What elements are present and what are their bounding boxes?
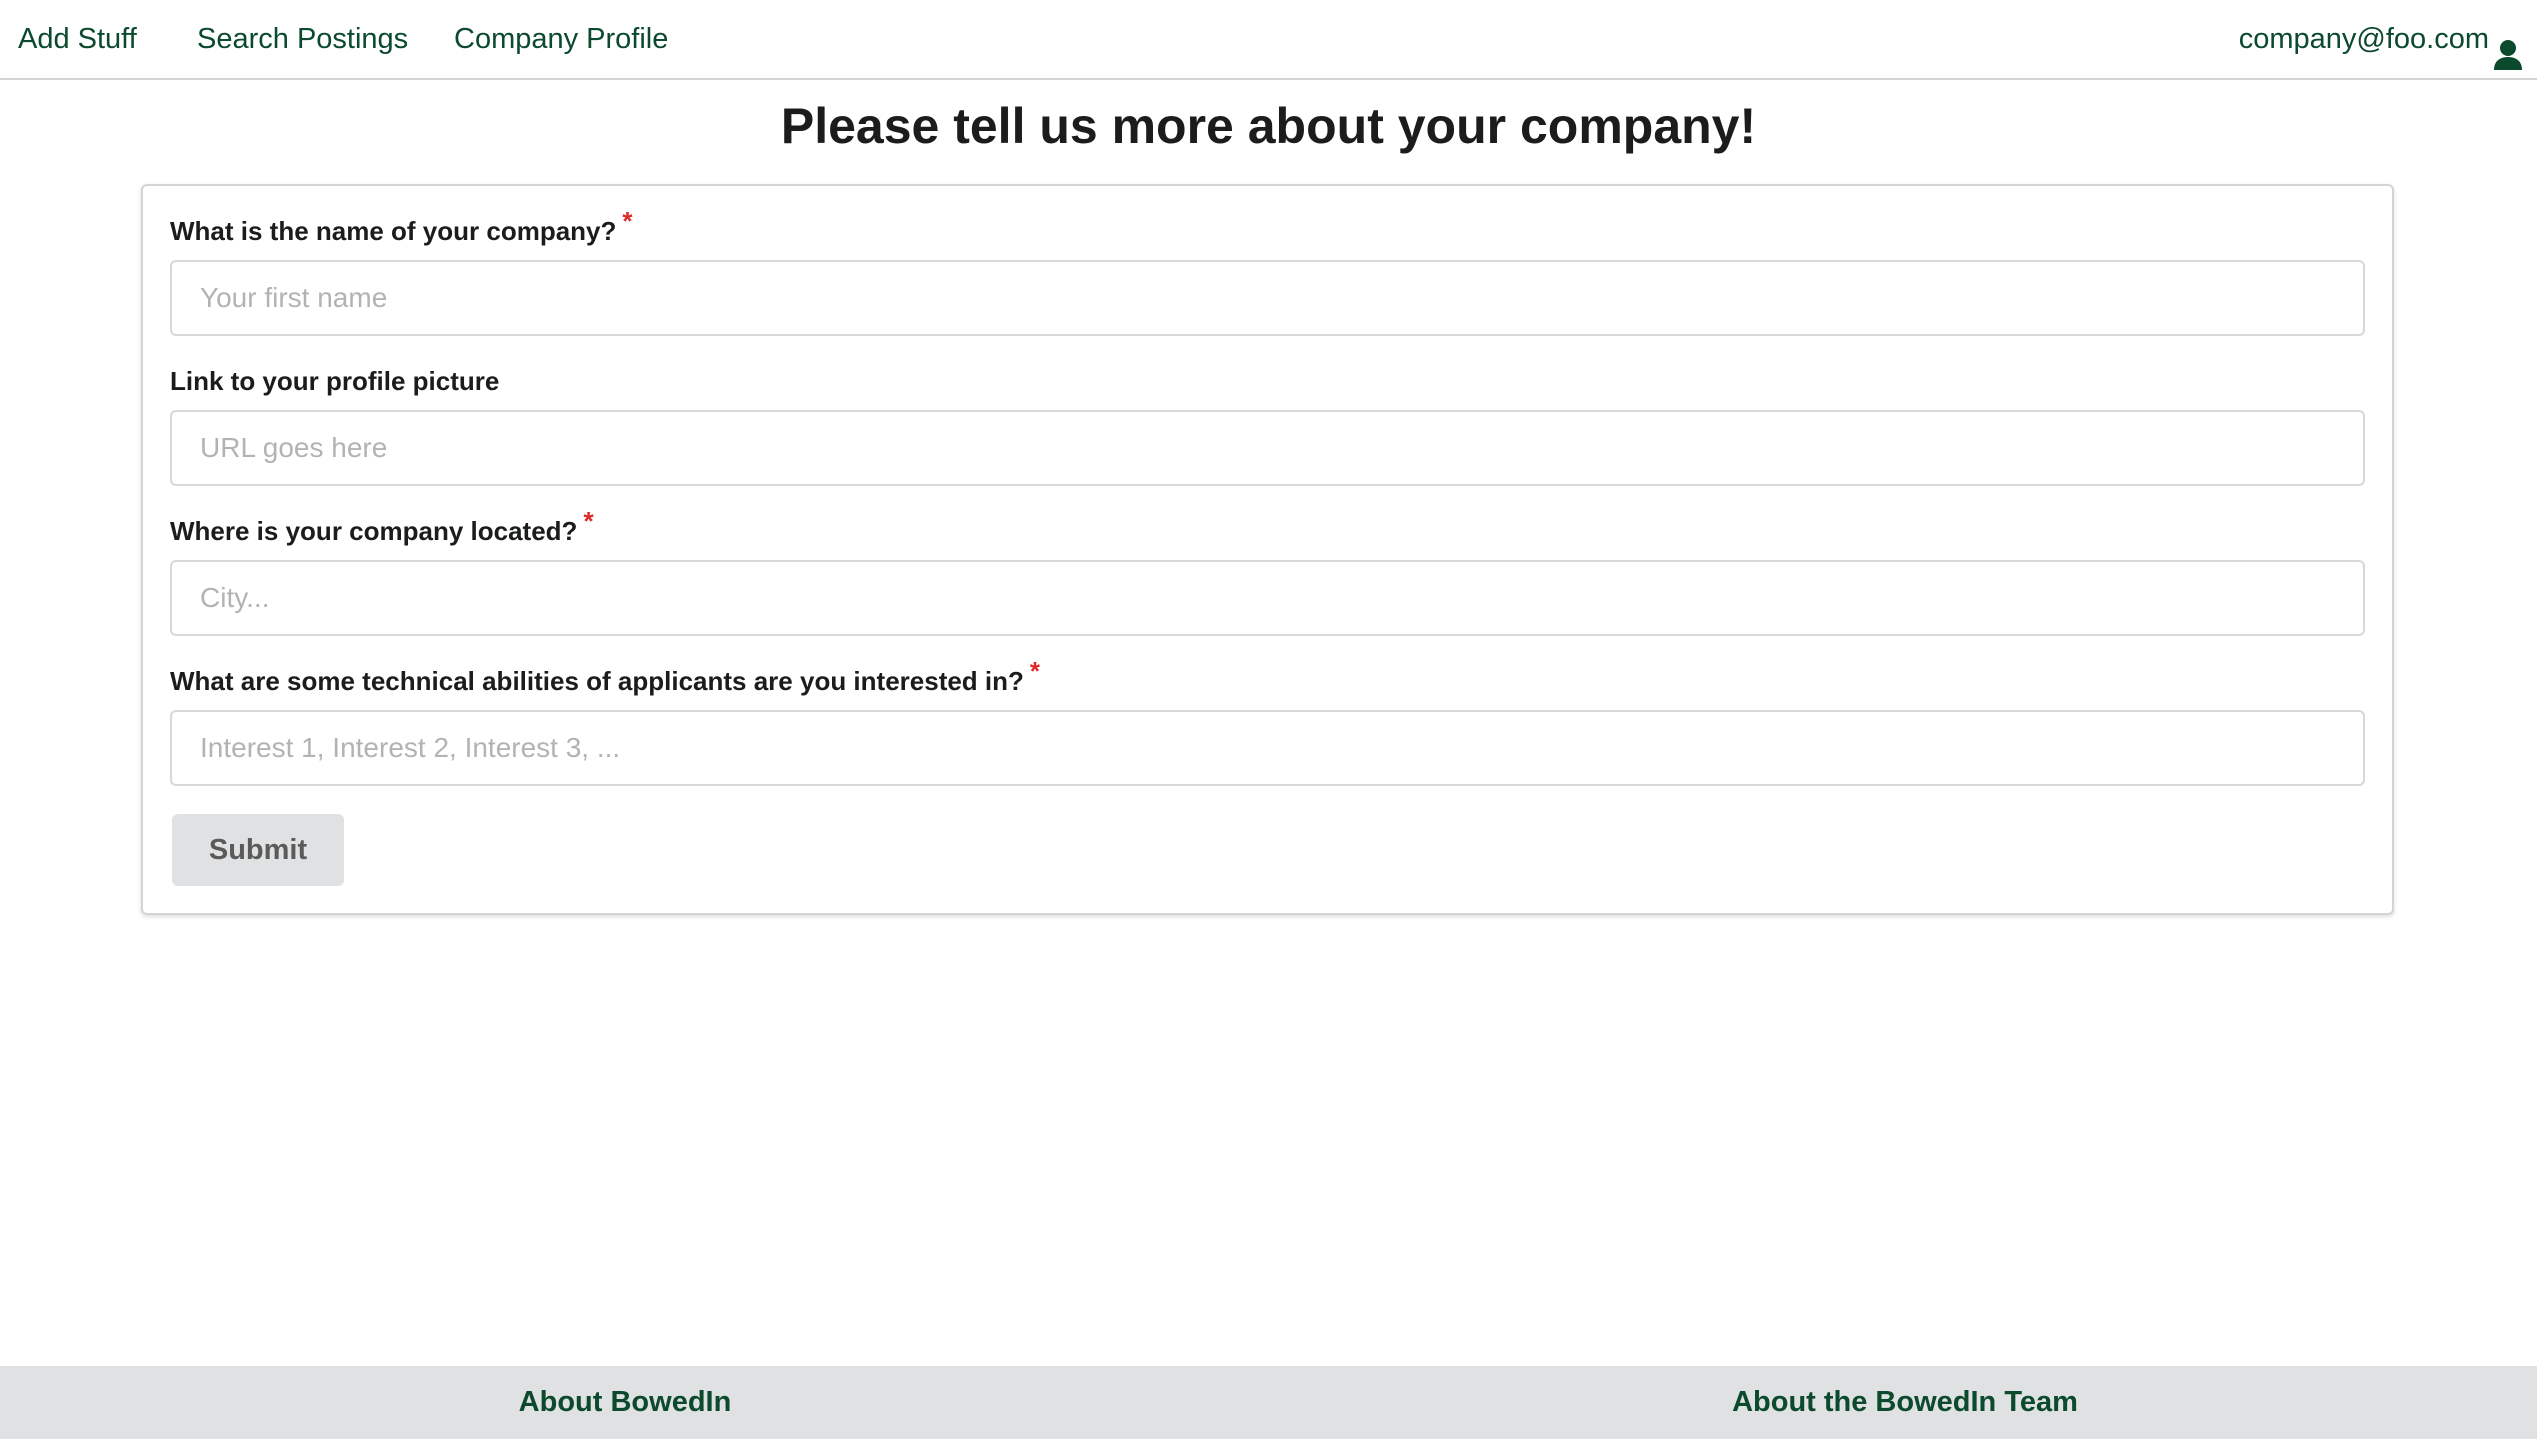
top-nav-bar: Add Stuff Search Postings Company Profil… <box>0 0 2537 80</box>
profile-picture-label-text: Link to your profile picture <box>170 366 500 396</box>
footer: About BowedIn About the BowedIn Team <box>0 1366 2537 1439</box>
company-name-label: What is the name of your company? * <box>170 206 633 248</box>
required-marker: * <box>622 206 633 236</box>
user-email: company@foo.com <box>2238 23 2489 55</box>
required-marker: * <box>1029 656 1041 686</box>
required-marker: * <box>583 506 594 536</box>
interests-input[interactable] <box>170 710 2365 786</box>
interests-label: What are some technical abilities of app… <box>170 656 1040 698</box>
user-icon <box>2493 23 2523 70</box>
footer-about-team-link[interactable]: About the BowedIn Team <box>1732 1366 2078 1439</box>
company-location-input[interactable] <box>170 560 2365 636</box>
footer-about-link[interactable]: About BowedIn <box>519 1366 732 1439</box>
page-title: Please tell us more about your company! <box>780 98 1757 154</box>
profile-picture-url-input[interactable] <box>170 410 2365 486</box>
submit-button[interactable]: Submit <box>172 814 344 886</box>
nav-add-stuff[interactable]: Add Stuff <box>18 0 137 78</box>
company-name-label-text: What is the name of your company? <box>170 216 617 246</box>
nav-search-postings[interactable]: Search Postings <box>197 0 408 78</box>
interests-label-text: What are some technical abilities of app… <box>170 666 1024 696</box>
company-location-label: Where is your company located? * <box>170 506 594 548</box>
profile-picture-label: Link to your profile picture <box>170 364 499 398</box>
company-profile-form: What is the name of your company?* Link … <box>141 184 2394 915</box>
company-name-input[interactable] <box>170 260 2365 336</box>
nav-company-profile[interactable]: Company Profile <box>454 0 668 78</box>
user-menu[interactable]: company@foo.com <box>2239 0 2523 78</box>
company-location-label-text: Where is your company located? <box>170 516 578 546</box>
